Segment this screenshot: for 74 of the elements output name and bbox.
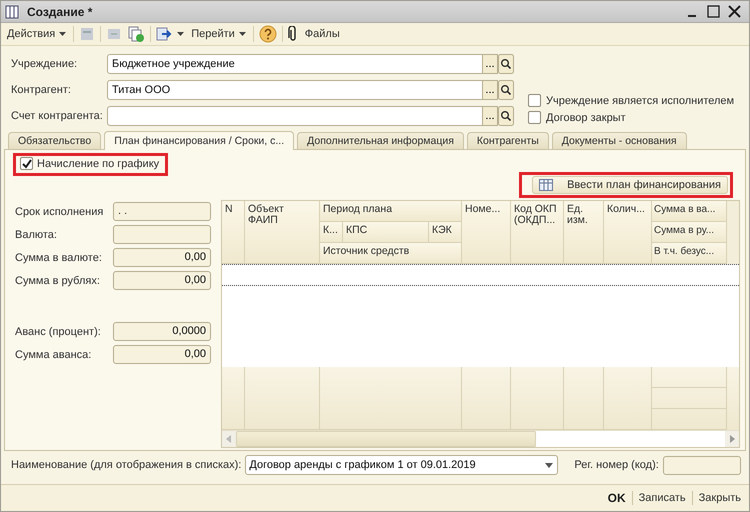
select-button[interactable]: ... (483, 106, 498, 126)
column-header[interactable]: Объект ФАИП (245, 201, 320, 264)
close-icon[interactable] (728, 5, 741, 18)
table-row[interactable] (222, 264, 739, 286)
column-header[interactable]: Источник средств (320, 243, 462, 264)
input-field[interactable]: Титан ООО (107, 80, 483, 100)
field-label: Учреждение: (11, 58, 78, 70)
input-field[interactable]: 0,00 (113, 248, 211, 267)
checkbox[interactable] (20, 157, 33, 170)
input-field[interactable]: . . (113, 202, 211, 221)
caret-icon (59, 32, 66, 36)
field-label: Счет контрагента: (11, 110, 104, 122)
search-icon[interactable] (498, 54, 514, 74)
dropdown[interactable]: Договор аренды с графиком 1 от 09.01.2019 (245, 455, 558, 475)
select-button[interactable]: ... (483, 80, 498, 100)
header-filler (727, 201, 739, 264)
checkbox-label: Договор закрыт (546, 112, 626, 124)
input-field[interactable]: 0,00 (113, 271, 211, 290)
column-header[interactable]: Период плана (320, 201, 462, 222)
checkbox-label: Учреждение является исполнителем (546, 94, 734, 106)
input-field[interactable]: 0,00 (113, 345, 211, 364)
arrow-icon[interactable] (156, 26, 172, 42)
caret-icon[interactable] (177, 32, 184, 36)
column-header[interactable]: N (222, 201, 245, 264)
column-header[interactable]: К... (320, 222, 343, 243)
field-label: Сумма в валюте: (15, 252, 103, 264)
checkbox[interactable] (528, 94, 541, 107)
input-field[interactable]: Бюджетное учреждение (107, 54, 483, 74)
search-icon[interactable] (498, 80, 514, 100)
field-label: Валюта: (15, 228, 58, 240)
field-label: Сумма в рублях: (15, 274, 101, 286)
caret-icon (238, 32, 246, 36)
select-button[interactable]: ... (483, 54, 498, 74)
input-field[interactable] (113, 225, 211, 244)
column-header[interactable]: Сумма в ва... (652, 201, 727, 222)
column-header[interactable]: Сумма в ру... (652, 222, 727, 243)
input-field[interactable]: 0,0000 (113, 322, 211, 341)
window-title: Создание * (27, 4, 92, 18)
table-icon (539, 179, 554, 191)
files-button[interactable]: Файлы (302, 28, 342, 40)
column-header[interactable]: КПС (343, 222, 429, 243)
help-icon[interactable] (258, 25, 277, 43)
field-label: Рег. номер (код): (574, 459, 659, 471)
tab[interactable]: Документы - основания (552, 132, 687, 149)
column-header[interactable]: Ед. изм. (564, 201, 604, 264)
copy-icon[interactable] (127, 25, 146, 43)
column-header[interactable]: КЭК (429, 222, 462, 243)
field-label: Наименование (для отображения в списках): (11, 459, 242, 471)
input-field[interactable] (107, 106, 483, 126)
column-header[interactable]: Колич... (604, 201, 652, 264)
column-header[interactable]: Номе... (462, 201, 511, 264)
checkbox[interactable] (528, 111, 541, 124)
tab[interactable]: Дополнительная информация (297, 132, 464, 149)
footer-button[interactable]: Записать (638, 492, 686, 504)
column-header[interactable]: Код ОКП (ОКДП... (511, 201, 564, 264)
footer-button[interactable]: Закрыть (698, 492, 741, 504)
goto-menu[interactable]: Перейти (189, 28, 248, 40)
column-header[interactable]: В т.ч. безус... (652, 243, 727, 264)
tab[interactable]: Контрагенты (466, 132, 549, 149)
footer-button[interactable]: OK (608, 491, 626, 505)
enter-plan-button[interactable]: Ввести план финансирования (532, 176, 728, 194)
actions-menu[interactable]: Действия (5, 28, 68, 40)
table-icon (5, 4, 19, 18)
field-label: Срок исполнения (15, 206, 104, 218)
field-label: Контрагент: (11, 84, 72, 96)
search-icon[interactable] (498, 106, 514, 126)
maximize-icon[interactable] (707, 5, 720, 18)
input-field[interactable] (662, 456, 741, 474)
tab[interactable]: Обязательство (8, 132, 102, 149)
tab[interactable]: План финансирования / Сроки, с... (104, 131, 294, 150)
field-label: Сумма аванса: (15, 348, 92, 360)
checkbox-label: Начисление по графику (37, 158, 160, 170)
field-label: Аванс (процент): (15, 326, 102, 338)
paperclip-icon[interactable] (288, 26, 298, 42)
